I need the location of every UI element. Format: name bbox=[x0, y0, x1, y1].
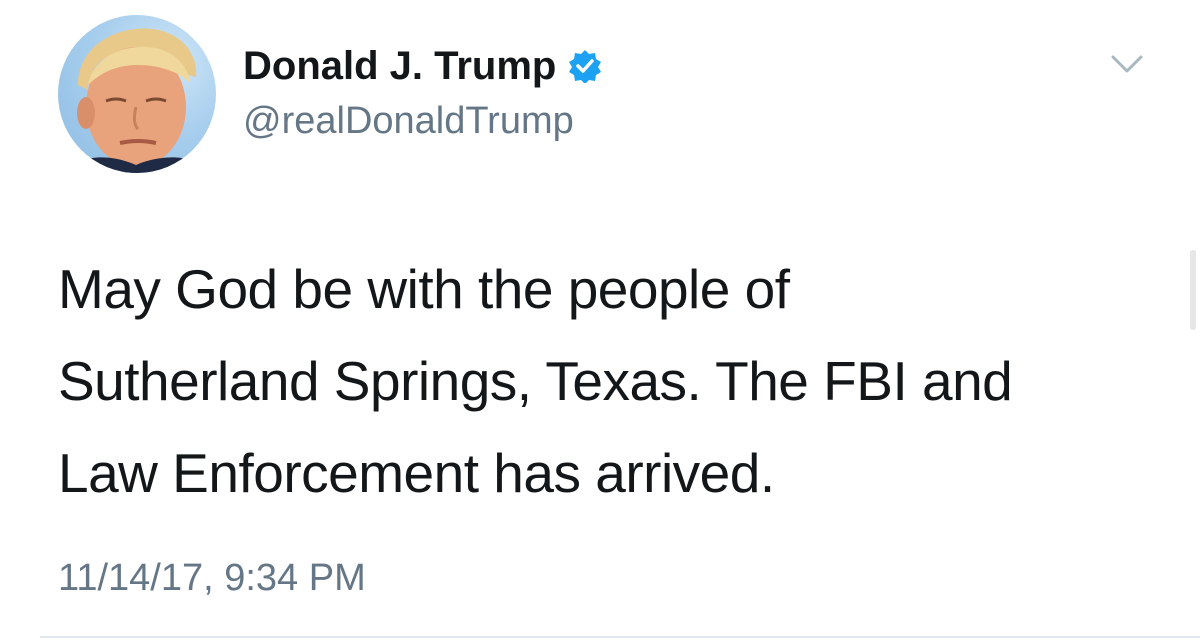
tweet-text-line: Sutherland Springs, Texas. The FBI and bbox=[58, 350, 1013, 412]
tweet-text: May God be with the people of Sutherland… bbox=[58, 243, 1168, 519]
author-name-row: Donald J. Trump bbox=[243, 40, 602, 92]
chevron-down-icon[interactable] bbox=[1110, 52, 1144, 76]
tweet-text-line: May God be with the people of bbox=[58, 258, 790, 320]
divider bbox=[40, 636, 1200, 638]
avatar-image bbox=[68, 28, 208, 173]
author-avatar[interactable] bbox=[58, 15, 216, 173]
tweet-card: Donald J. Trump @realDonaldTrump May God… bbox=[0, 0, 1200, 643]
author-display-name[interactable]: Donald J. Trump bbox=[243, 40, 556, 92]
tweet-timestamp[interactable]: 11/14/17, 9:34 PM bbox=[58, 555, 366, 601]
scrollbar[interactable] bbox=[1190, 250, 1196, 330]
tweet-text-line: Law Enforcement has arrived. bbox=[58, 442, 775, 504]
author-handle[interactable]: @realDonaldTrump bbox=[243, 98, 574, 144]
verified-badge-icon bbox=[568, 49, 602, 84]
